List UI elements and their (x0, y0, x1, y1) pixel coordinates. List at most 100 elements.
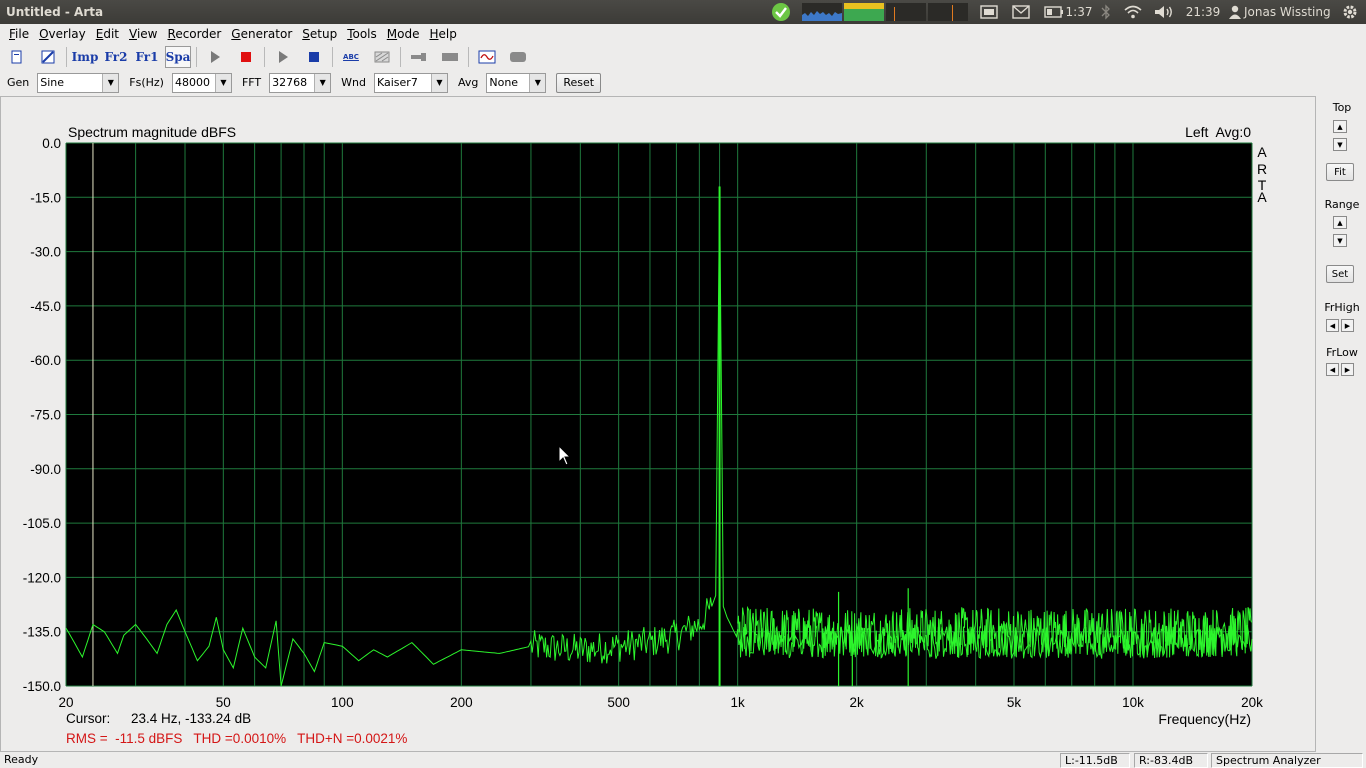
cursor-label: Cursor: (66, 711, 110, 726)
window-select[interactable]: Kaiser7 ▼ (373, 72, 448, 93)
window-title: Untitled - Arta (6, 5, 104, 19)
freq-response-1-button[interactable]: Fr1 (134, 46, 160, 68)
y-tick-label: -120.0 (23, 570, 61, 585)
y-tick-label: -90.0 (30, 462, 61, 477)
avg-label: Avg (457, 76, 479, 89)
range-label: Range (1324, 198, 1360, 211)
generator-stop-button[interactable] (301, 46, 327, 68)
chart-title: Spectrum magnitude dBFS (68, 124, 236, 140)
waveform-button[interactable] (474, 46, 500, 68)
impulse-mode-button[interactable]: Imp (72, 46, 99, 68)
volume-icon[interactable] (1153, 0, 1175, 24)
set-button[interactable]: Set (1326, 265, 1354, 283)
x-tick-label: 5k (1007, 695, 1022, 710)
status-bar: Ready L:-11.5dB R:-83.4dB Spectrum Analy… (0, 752, 1366, 768)
fit-button[interactable]: Fit (1326, 163, 1354, 181)
sample-rate-value: 48000 (174, 76, 210, 89)
keyboard-indicator-icon[interactable] (978, 0, 1000, 24)
menu-setup[interactable]: Setup (297, 24, 342, 45)
chevron-down-icon: ▼ (214, 73, 231, 92)
load-graph-icon[interactable] (928, 0, 968, 24)
watermark-letter: A (1257, 189, 1267, 205)
cpu-graph-icon[interactable] (844, 0, 884, 24)
update-check-icon[interactable] (770, 0, 792, 24)
toolbar-separator (264, 47, 265, 67)
frlow-left-spin-icon[interactable]: ◀ (1326, 363, 1339, 376)
play-button[interactable] (202, 46, 228, 68)
scale-panel: Top ▲ ▼ Fit Range ▲ ▼ Set FrHigh ◀ ▶ FrL… (1318, 96, 1366, 752)
open-file-button[interactable] (35, 46, 61, 68)
x-tick-label: 20k (1241, 695, 1263, 710)
x-tick-label: 10k (1122, 695, 1144, 710)
fft-label: FFT (241, 76, 262, 89)
chevron-down-icon: ▼ (430, 73, 447, 92)
gen-label: Gen (7, 76, 30, 89)
menu-edit[interactable]: Edit (91, 24, 124, 45)
top-down-spin-icon[interactable]: ▼ (1333, 138, 1347, 151)
fft-size-select[interactable]: 32768 ▼ (269, 72, 332, 93)
user-name[interactable]: Jonas Wissting (1244, 0, 1336, 24)
frhigh-left-spin-icon[interactable]: ◀ (1326, 319, 1339, 332)
menu-overlay[interactable]: Overlay (34, 24, 91, 45)
menu-generator[interactable]: Generator (226, 24, 297, 45)
menu-bar: File Overlay Edit View Recorder Generator Setu… (0, 24, 1366, 45)
network-graph-icon[interactable] (802, 0, 842, 24)
sample-rate-select[interactable]: 48000 ▼ (171, 72, 232, 93)
y-tick-label: -135.0 (23, 625, 61, 640)
toolbar-separator (468, 47, 469, 67)
frlow-right-spin-icon[interactable]: ▶ (1341, 363, 1354, 376)
battery-icon[interactable] (1042, 0, 1066, 24)
frhigh-right-spin-icon[interactable]: ▶ (1341, 319, 1354, 332)
spectrum-mode-button[interactable]: Spa (165, 46, 191, 68)
spectrum-chart[interactable]: 0.0 -15.0 -30.0 -45.0 -60.0 -75.0 -90.0 -105.0 -… (0, 96, 1316, 752)
generator-play-button[interactable] (270, 46, 296, 68)
label-button[interactable]: ABC (338, 46, 364, 68)
wnd-label: Wnd (341, 76, 366, 89)
window-value: Kaiser7 (376, 76, 418, 89)
menu-view[interactable]: View (124, 24, 162, 45)
wifi-icon[interactable] (1122, 0, 1144, 24)
menu-recorder[interactable]: Recorder (163, 24, 227, 45)
y-tick-label: -30.0 (30, 245, 61, 260)
settings-button[interactable] (505, 46, 531, 68)
menu-mode[interactable]: Mode (382, 24, 425, 45)
reset-button[interactable]: Reset (556, 72, 602, 93)
average-select[interactable]: None ▼ (486, 72, 547, 93)
user-icon[interactable] (1228, 0, 1242, 24)
grid-button[interactable] (369, 46, 395, 68)
menu-help[interactable]: Help (424, 24, 461, 45)
memory-graph-icon[interactable] (886, 0, 926, 24)
new-file-button[interactable] (4, 46, 30, 68)
freq-response-2-button[interactable]: Fr2 (103, 46, 129, 68)
session-gear-icon[interactable] (1340, 0, 1360, 24)
toolbar-separator (332, 47, 333, 67)
y-tick-label: -105.0 (23, 516, 61, 531)
clock[interactable]: 21:39 (1184, 0, 1222, 24)
status-ready: Ready (4, 753, 39, 766)
menu-file[interactable]: File (4, 24, 34, 45)
average-value: None (489, 76, 519, 89)
range-down-spin-icon[interactable]: ▼ (1333, 234, 1347, 247)
frlow-label: FrLow (1326, 346, 1358, 359)
probe-button[interactable] (406, 46, 432, 68)
range-up-spin-icon[interactable]: ▲ (1333, 216, 1347, 229)
watermark-letter: A (1257, 144, 1267, 160)
generator-value: Sine (40, 76, 65, 89)
channel-info: Left Avg:0 (1185, 124, 1251, 140)
toolbar: Imp Fr2 Fr1 Spa ABC (0, 45, 1366, 69)
x-tick-label: 200 (450, 695, 473, 710)
y-tick-label: -150.0 (23, 679, 61, 694)
generator-select[interactable]: Sine ▼ (37, 72, 120, 93)
top-up-spin-icon[interactable]: ▲ (1333, 120, 1347, 133)
watermark-letter: R (1257, 161, 1267, 177)
device-button[interactable] (437, 46, 463, 68)
menu-tools[interactable]: Tools (342, 24, 382, 45)
bluetooth-icon[interactable] (1097, 0, 1115, 24)
cursor-value: 23.4 Hz, -133.24 dB (131, 711, 251, 726)
record-button[interactable] (233, 46, 259, 68)
mail-icon[interactable] (1010, 0, 1032, 24)
frhigh-label: FrHigh (1324, 301, 1360, 314)
settings-row: Gen Sine ▼ Fs(Hz) 48000 ▼ FFT 32768 ▼ Wn… (0, 70, 1366, 95)
rms-thd-readout: RMS = -11.5 dBFS THD =0.0010% THD+N =0.0… (66, 731, 407, 746)
y-tick-label: -60.0 (30, 353, 61, 368)
